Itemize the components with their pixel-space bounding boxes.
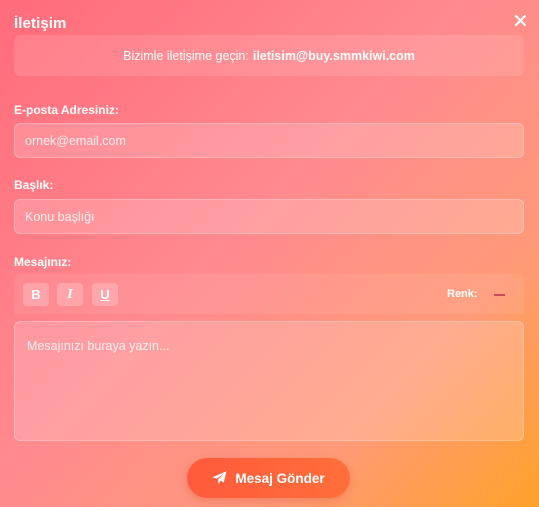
email-label: E-posta Adresiniz: [14,103,119,117]
send-message-label: Mesaj Gönder [235,470,325,486]
message-textarea[interactable] [14,321,524,441]
modal-title: İletişim [14,15,67,32]
close-icon[interactable] [511,11,529,29]
color-label: Renk: [447,288,478,300]
send-message-button[interactable]: Mesaj Gönder [187,458,350,498]
email-field[interactable] [14,123,524,158]
subject-label: Başlık: [14,178,54,192]
contact-email: iletisim@buy.smmkiwi.com [252,48,415,63]
underline-button[interactable]: U [92,283,118,306]
bold-button[interactable]: B [23,283,49,306]
contact-info-box: Bizimle iletişime geçin: iletisim@buy.sm… [14,35,524,76]
color-picker[interactable] [494,294,505,296]
message-label: Mesajınız: [14,255,72,269]
italic-button[interactable]: I [57,283,83,306]
contact-text: Bizimle iletişime geçin: [123,48,249,63]
subject-field[interactable] [14,199,524,234]
contact-modal: İletişim Bizimle iletişime geçin: iletis… [0,0,539,507]
paper-plane-icon [212,471,227,485]
editor-toolbar: B I U Renk: [14,274,524,314]
